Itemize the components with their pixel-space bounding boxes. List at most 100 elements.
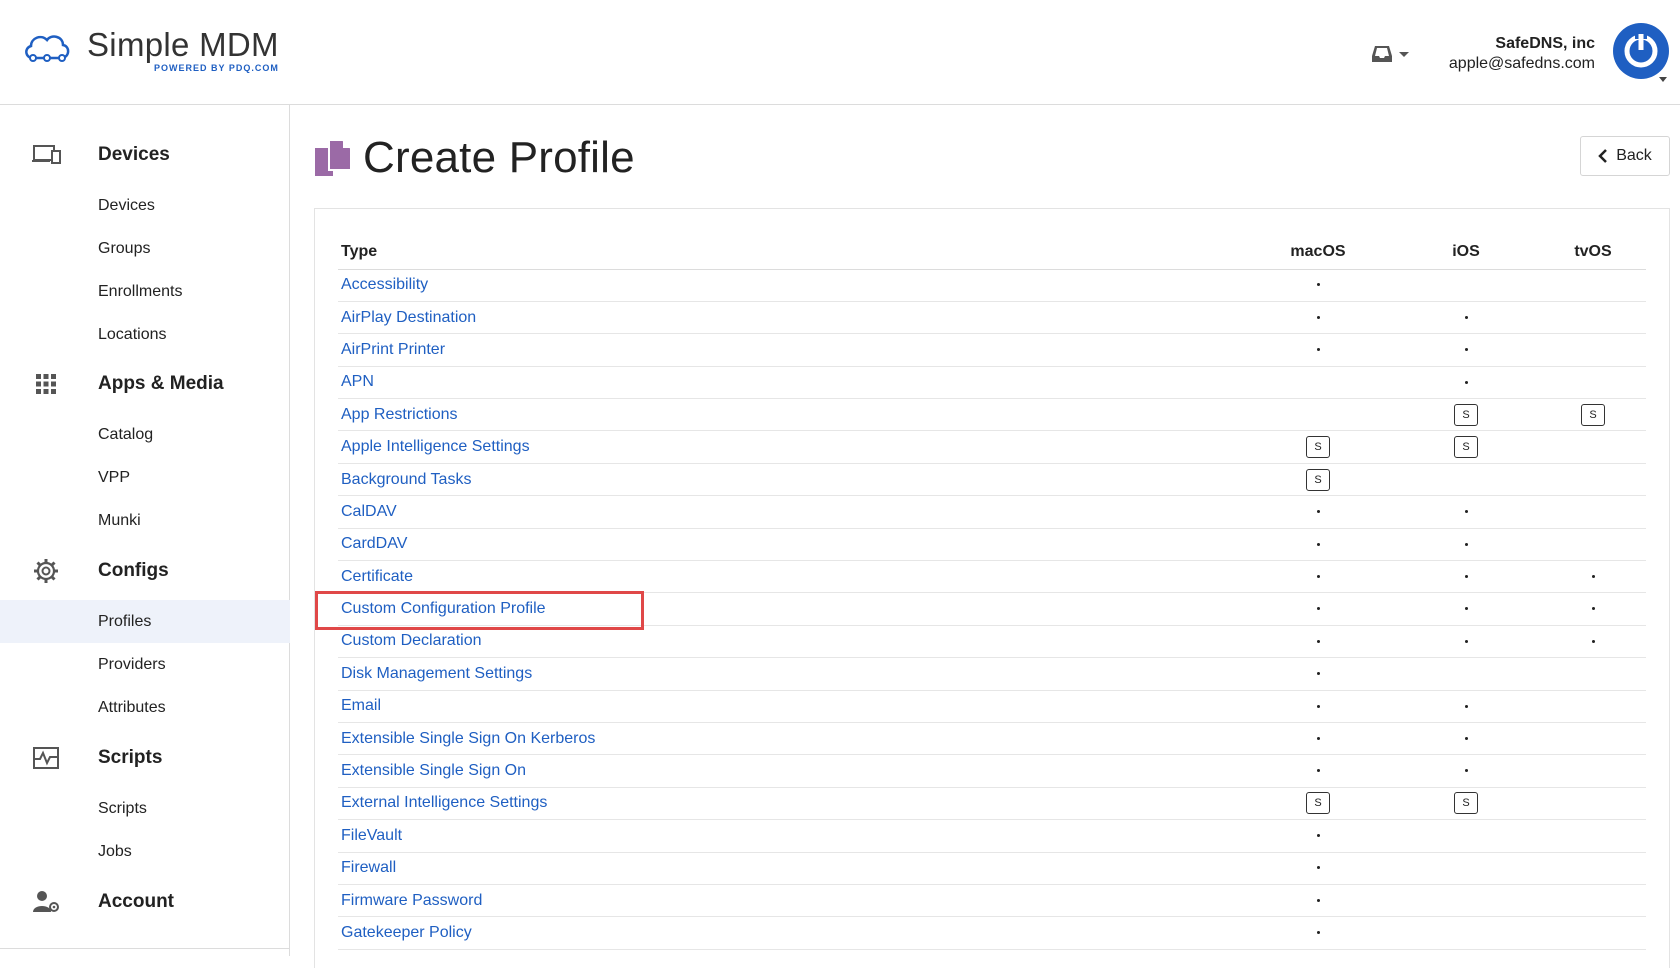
column-header-ios: iOS [1392, 236, 1540, 270]
profile-type-link[interactable]: APN [341, 373, 374, 390]
table-row[interactable]: Extensible Single Sign On Kerberos [338, 722, 1646, 756]
user-info[interactable]: SafeDNS, inc apple@safedns.com [1449, 34, 1595, 74]
macos-support-cell [1244, 884, 1392, 918]
sidebar-item-scripts[interactable]: Scripts [0, 787, 290, 830]
sidebar-item-groups[interactable]: Groups [0, 227, 290, 270]
declarative-badge: S [1581, 403, 1605, 426]
tvos-support-cell [1540, 916, 1646, 950]
profile-type-link[interactable]: Firewall [341, 859, 396, 876]
profile-type-link[interactable]: Firmware Password [341, 892, 482, 909]
table-row[interactable]: Email [338, 690, 1646, 723]
supported-dot-icon [1464, 769, 1468, 773]
back-button[interactable]: Back [1580, 136, 1670, 176]
table-row[interactable]: Firewall [338, 852, 1646, 885]
ios-support-cell: S [1392, 398, 1540, 432]
sidebar-section-configs: Configs [0, 551, 290, 591]
sidebar-item-catalog[interactable]: Catalog [0, 413, 290, 456]
tvos-support-cell [1540, 528, 1646, 562]
sidebar-item-vpp[interactable]: VPP [0, 456, 290, 499]
ios-support-cell: S [1392, 430, 1540, 464]
type-cell: AirPlay Destination [338, 301, 1244, 335]
sidebar-item-jobs[interactable]: Jobs [0, 830, 290, 873]
table-row[interactable]: AirPrint Printer [338, 333, 1646, 367]
table-row[interactable]: CardDAV [338, 528, 1646, 562]
profile-type-link[interactable]: FileVault [341, 827, 402, 844]
profile-type-link[interactable]: Gatekeeper Policy [341, 924, 472, 941]
avatar[interactable] [1613, 23, 1669, 79]
ios-support-cell [1392, 366, 1540, 400]
profile-type-link[interactable]: Extensible Single Sign On Kerberos [341, 730, 595, 747]
profile-type-link[interactable]: Apple Intelligence Settings [341, 438, 530, 455]
macos-support-cell [1244, 852, 1392, 885]
profile-type-link[interactable]: AirPlay Destination [341, 309, 476, 326]
ios-support-cell [1392, 528, 1540, 562]
profile-type-link[interactable]: Email [341, 697, 381, 714]
macos-support-cell [1244, 819, 1392, 853]
sidebar-item-devices[interactable]: Devices [0, 184, 290, 227]
table-row[interactable]: App Restrictions S S [338, 398, 1646, 432]
tvos-support-cell [1540, 560, 1646, 594]
macos-support-cell [1244, 592, 1392, 626]
grid-icon [30, 372, 62, 396]
profile-type-link[interactable]: CalDAV [341, 503, 397, 520]
table-row[interactable]: AirPlay Destination [338, 301, 1646, 335]
type-cell: Gatekeeper Policy [338, 916, 1244, 950]
inbox-tray-icon [1372, 46, 1392, 62]
sidebar-item-profiles[interactable]: Profiles [0, 600, 290, 643]
table-row[interactable]: Apple Intelligence Settings S S [338, 430, 1646, 464]
inbox-menu[interactable] [1371, 44, 1409, 64]
tvos-support-cell [1540, 852, 1646, 885]
type-cell: Custom Configuration Profile [338, 592, 1244, 626]
profile-document-icon [315, 139, 352, 176]
profile-type-link[interactable]: Extensible Single Sign On [341, 762, 526, 779]
sidebar-section-account[interactable]: Account [0, 882, 290, 922]
supported-dot-icon [1316, 769, 1320, 773]
type-cell: APN [338, 366, 1244, 400]
sidebar-item-munki[interactable]: Munki [0, 499, 290, 542]
macos-support-cell: S [1244, 787, 1392, 821]
type-cell: Accessibility [338, 269, 1244, 302]
table-row[interactable]: CalDAV [338, 495, 1646, 529]
table-row[interactable]: Custom Declaration [338, 625, 1646, 659]
table-row[interactable]: Gatekeeper Policy [338, 916, 1646, 950]
profile-type-link[interactable]: Custom Declaration [341, 632, 482, 649]
profile-type-link[interactable]: Disk Management Settings [341, 665, 532, 682]
table-row[interactable]: Firmware Password [338, 884, 1646, 918]
table-row[interactable]: Disk Management Settings [338, 657, 1646, 691]
profile-types-table: Type macOS iOS tvOS Accessibility AirPlay… [338, 236, 1646, 950]
table-row[interactable]: Background Tasks S [338, 463, 1646, 497]
table-row[interactable]: External Intelligence Settings S S [338, 787, 1646, 821]
tvos-support-cell [1540, 722, 1646, 756]
profile-type-link[interactable]: External Intelligence Settings [341, 794, 547, 811]
ios-support-cell [1392, 301, 1540, 335]
supported-dot-icon [1464, 704, 1468, 708]
table-row[interactable]: Custom Configuration Profile [338, 592, 1646, 626]
profile-type-link[interactable]: CardDAV [341, 535, 407, 552]
table-row[interactable]: Accessibility [338, 269, 1646, 302]
table-row[interactable]: Extensible Single Sign On [338, 754, 1646, 788]
type-cell: Email [338, 690, 1244, 723]
macos-support-cell [1244, 625, 1392, 659]
profile-type-link[interactable]: App Restrictions [341, 406, 458, 423]
profile-type-link[interactable]: Custom Configuration Profile [341, 600, 546, 617]
sidebar-item-locations[interactable]: Locations [0, 313, 290, 356]
user-org: SafeDNS, inc [1495, 35, 1595, 52]
chevron-down-icon[interactable] [1659, 77, 1667, 82]
macos-support-cell [1244, 301, 1392, 335]
sidebar-item-providers[interactable]: Providers [0, 643, 290, 686]
table-row[interactable]: Certificate [338, 560, 1646, 594]
profile-type-link[interactable]: AirPrint Printer [341, 341, 445, 358]
page-header: Create Profile [313, 133, 635, 183]
profile-type-link[interactable]: Accessibility [341, 276, 428, 293]
macos-support-cell [1244, 722, 1392, 756]
table-row[interactable]: FileVault [338, 819, 1646, 853]
profile-type-link[interactable]: Certificate [341, 568, 413, 585]
brand-logo[interactable]: Simple MDM POWERED BY PDQ.COM [21, 28, 279, 73]
sidebar-section-title: Account [98, 891, 174, 912]
profile-type-link[interactable]: Background Tasks [341, 471, 471, 488]
type-cell: Firewall [338, 852, 1244, 885]
sidebar-section-devices: Devices [0, 135, 290, 175]
table-row[interactable]: APN [338, 366, 1646, 400]
sidebar-item-enrollments[interactable]: Enrollments [0, 270, 290, 313]
sidebar-item-attributes[interactable]: Attributes [0, 686, 290, 729]
